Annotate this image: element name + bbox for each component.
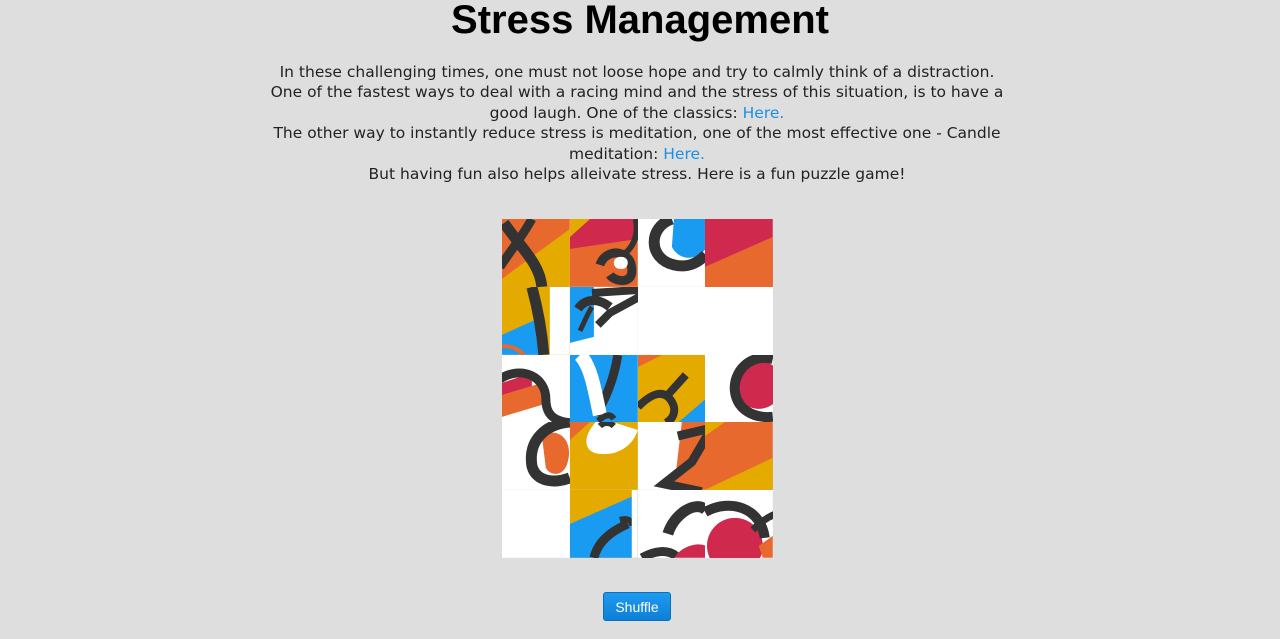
puzzle-tile[interactable] — [569, 422, 638, 491]
puzzle-tile[interactable] — [637, 219, 706, 287]
intro-line-4: But having fun also helps alleivate stre… — [368, 165, 906, 184]
intro-line-2: One of the fastest ways to deal with a r… — [250, 82, 1024, 123]
puzzle-tile[interactable] — [637, 354, 706, 423]
intro-line-3-text: The other way to instantly reduce stress… — [273, 124, 1001, 163]
puzzle-tile[interactable] — [569, 286, 638, 355]
intro-line-3: The other way to instantly reduce stress… — [250, 123, 1024, 164]
shuffle-button[interactable]: Shuffle — [603, 592, 671, 621]
puzzle-tile[interactable] — [705, 490, 773, 558]
meditation-link[interactable]: Here. — [663, 145, 705, 163]
puzzle-tile[interactable] — [637, 490, 706, 558]
puzzle-tile[interactable] — [502, 354, 570, 423]
puzzle-tile[interactable] — [637, 422, 706, 491]
puzzle-tile[interactable] — [705, 354, 773, 423]
puzzle-board — [502, 219, 773, 558]
puzzle-tile[interactable] — [502, 490, 570, 558]
puzzle-tile[interactable] — [705, 219, 773, 287]
intro-line-1: In these challenging times, one must not… — [279, 63, 995, 81]
puzzle-tile[interactable] — [569, 219, 638, 287]
puzzle-empty-slot[interactable] — [705, 286, 773, 355]
puzzle-tile[interactable] — [502, 219, 570, 287]
puzzle-tile[interactable] — [569, 490, 638, 558]
puzzle-tile[interactable] — [705, 422, 773, 491]
laugh-link[interactable]: Here. — [743, 104, 785, 122]
puzzle-tile[interactable] — [502, 422, 570, 491]
page-title: Stress Management — [451, 0, 829, 42]
puzzle-tile[interactable] — [569, 354, 638, 423]
puzzle-tile[interactable] — [637, 286, 706, 355]
intro-text: In these challenging times, one must not… — [250, 62, 1024, 184]
puzzle-tile[interactable] — [502, 286, 570, 355]
intro-line-2-text: One of the fastest ways to deal with a r… — [270, 83, 1004, 122]
